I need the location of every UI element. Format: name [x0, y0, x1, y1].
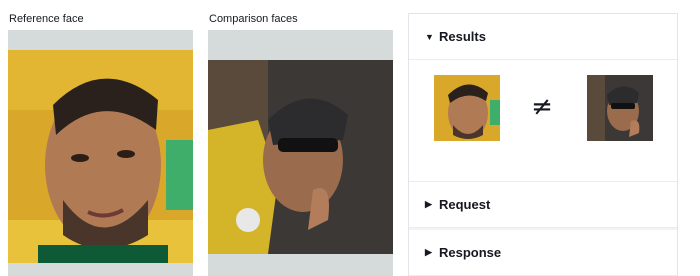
reference-face-thumbnail — [434, 75, 500, 141]
caret-right-icon: ▶ — [425, 247, 432, 257]
response-section-label: Response — [439, 245, 502, 260]
caret-down-icon: ▼ — [425, 31, 434, 42]
results-panel: ▼ Results ≠ ▶ Request ▶ Response — [408, 13, 678, 276]
not-equal-icon: ≠ — [531, 92, 553, 122]
comparison-faces-label: Comparison faces — [209, 13, 298, 25]
reference-face-image-frame[interactable] — [8, 30, 193, 276]
results-section-label: Results — [439, 29, 486, 44]
comparison-face-image-frame[interactable] — [208, 30, 393, 276]
reference-face-image — [8, 50, 193, 263]
comparison-face-thumbnail — [587, 75, 653, 141]
response-section-toggle[interactable]: ▶ Response — [409, 230, 677, 276]
reference-face-label: Reference face — [9, 13, 84, 25]
results-content: ≠ — [409, 60, 677, 182]
caret-right-icon: ▶ — [425, 199, 432, 209]
comparison-face-image — [208, 60, 393, 254]
request-section-label: Request — [439, 197, 491, 212]
request-section-toggle[interactable]: ▶ Request — [409, 182, 677, 228]
results-section-toggle[interactable]: ▼ Results — [409, 14, 677, 60]
